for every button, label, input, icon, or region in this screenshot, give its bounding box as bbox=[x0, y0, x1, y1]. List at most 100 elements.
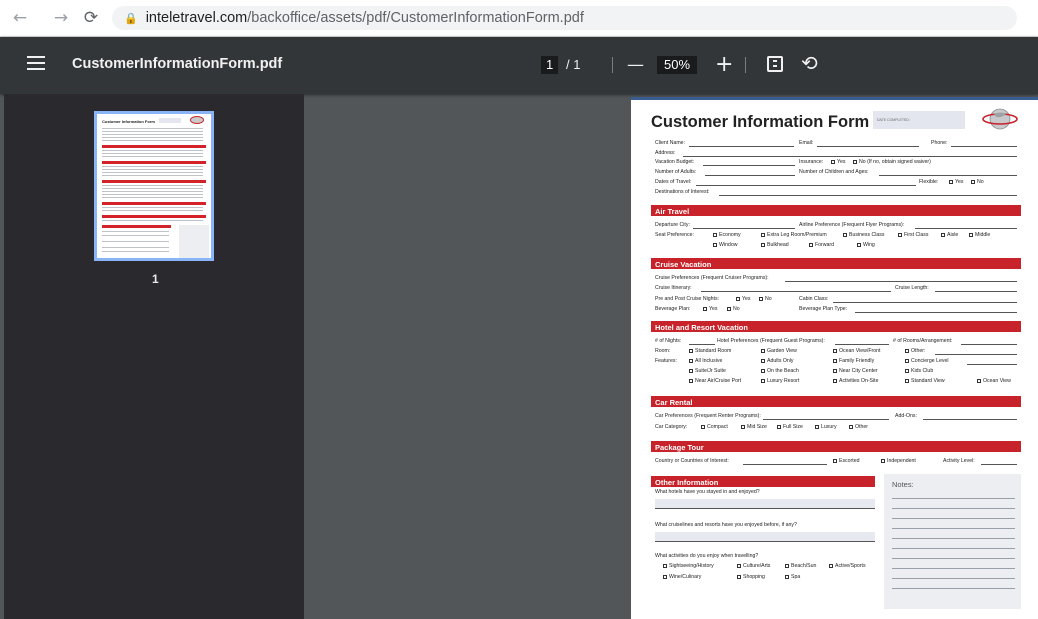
feature-option[interactable]: Ocean View bbox=[977, 378, 1011, 384]
seat-option[interactable]: Wing bbox=[857, 242, 875, 248]
room-label: Room: bbox=[655, 348, 671, 354]
feature-option[interactable]: Kids Club bbox=[905, 368, 933, 374]
phone-label: Phone: bbox=[931, 140, 948, 146]
flexible-yes-option[interactable]: Yes bbox=[949, 179, 963, 185]
url-field[interactable]: 🔒 inteletravel.com/backoffice/assets/pdf… bbox=[112, 6, 1017, 30]
activity-option[interactable]: Shopping bbox=[737, 574, 765, 580]
notes-label: Notes: bbox=[892, 480, 914, 489]
cruise-length-label: Cruise Length: bbox=[895, 285, 929, 291]
feature-option[interactable]: Luxury Resort bbox=[761, 378, 799, 384]
address-label: Address: bbox=[655, 150, 676, 156]
car-option[interactable]: Compact bbox=[701, 424, 728, 430]
url-path: /backoffice/assets/pdf/CustomerInformati… bbox=[247, 10, 584, 26]
activity-option[interactable]: Culture/Arts bbox=[737, 563, 770, 569]
seat-option[interactable]: Aisle bbox=[941, 232, 958, 238]
car-option[interactable]: Luxury bbox=[815, 424, 837, 430]
dates-label: Dates of Travel: bbox=[655, 179, 692, 185]
prepost-yes-option[interactable]: Yes bbox=[736, 296, 750, 302]
room-option[interactable]: Garden View bbox=[761, 348, 797, 354]
room-option[interactable]: Ocean View/Front bbox=[833, 348, 880, 354]
car-option[interactable]: Full Size bbox=[777, 424, 803, 430]
airline-pref-label: Airline Preference (Frequent Flyer Progr… bbox=[799, 222, 905, 228]
hotel-pref-label: Hotel Preferences (Frequent Guest Progra… bbox=[717, 338, 825, 344]
feature-option[interactable]: Concierge Level bbox=[905, 358, 949, 364]
activity-option[interactable]: Spa bbox=[785, 574, 800, 580]
activity-option[interactable]: Active/Sports bbox=[829, 563, 866, 569]
children-label: Number of Children and Ages: bbox=[799, 169, 869, 175]
seat-option[interactable]: Business Class bbox=[843, 232, 884, 238]
forward-arrow-icon[interactable]: → bbox=[50, 7, 72, 29]
thumbnail-sidebar: Customer Information Form 1 bbox=[4, 94, 304, 619]
browser-address-bar: ← → ⟳ 🔒 inteletravel.com/backoffice/asse… bbox=[0, 0, 1038, 37]
feature-option[interactable]: On the Beach bbox=[761, 368, 799, 374]
thumbnail-page-number: 1 bbox=[152, 272, 159, 286]
feature-option[interactable]: Adults Only bbox=[761, 358, 794, 364]
activity-option[interactable]: Wine/Culinary bbox=[663, 574, 701, 580]
seat-option[interactable]: Bulkhead bbox=[761, 242, 789, 248]
beverage-no-option[interactable]: No bbox=[727, 306, 740, 312]
flexible-no-option[interactable]: No bbox=[971, 179, 984, 185]
seat-option[interactable]: Economy bbox=[713, 232, 741, 238]
seat-pref-label: Seat Preference: bbox=[655, 232, 694, 238]
seat-option[interactable]: Forward bbox=[809, 242, 834, 248]
activity-option[interactable]: Beach/Sun bbox=[785, 563, 816, 569]
cruise-itinerary-label: Cruise Itinerary: bbox=[655, 285, 692, 291]
page-total: / 1 bbox=[566, 57, 581, 72]
seat-option[interactable]: Window bbox=[713, 242, 737, 248]
feature-option[interactable]: Standard View bbox=[905, 378, 945, 384]
features-label: Features: bbox=[655, 358, 677, 364]
notes-box: Notes: bbox=[884, 474, 1021, 609]
zoom-out-button[interactable]: — bbox=[627, 50, 644, 80]
page-thumbnail[interactable]: Customer Information Form bbox=[94, 111, 214, 261]
insurance-label: Insurance: bbox=[799, 159, 824, 165]
feature-option[interactable]: Family Friendly bbox=[833, 358, 874, 364]
addons-label: Add-Ons: bbox=[895, 413, 917, 419]
seat-option[interactable]: First Class bbox=[898, 232, 929, 238]
vacation-budget-label: Vacation Budget: bbox=[655, 159, 695, 165]
bev-type-label: Beverage Plan Type: bbox=[799, 306, 848, 312]
back-arrow-icon[interactable]: ← bbox=[9, 7, 31, 29]
car-option[interactable]: Mid Size bbox=[741, 424, 767, 430]
reload-icon[interactable]: ⟳ bbox=[80, 7, 102, 29]
section-other-information: Other Information bbox=[651, 476, 875, 487]
activity-option[interactable]: Sightseeing/History bbox=[663, 563, 714, 569]
feature-option[interactable]: Near City Center bbox=[833, 368, 878, 374]
insurance-yes-option[interactable]: Yes bbox=[831, 159, 845, 165]
other-q2-label: What cruiselines and resorts have you en… bbox=[655, 522, 797, 528]
feature-option[interactable]: Activities On-Site bbox=[833, 378, 879, 384]
other-q3-label: What activities do you enjoy when travel… bbox=[655, 553, 759, 559]
rooms-label: # of Rooms/Arrangement: bbox=[893, 338, 953, 344]
room-option[interactable]: Standard Room bbox=[689, 348, 731, 354]
activity-level-label: Activity Level: bbox=[943, 458, 975, 464]
insurance-no-option[interactable]: No (If no, obtain signed waiver) bbox=[853, 159, 931, 165]
divider bbox=[612, 57, 613, 73]
feature-option[interactable]: Suite/Jr Suite bbox=[689, 368, 726, 374]
divider bbox=[745, 57, 746, 73]
section-air-travel: Air Travel bbox=[651, 205, 1021, 216]
other-q1-label: What hotels have you stayed in and enjoy… bbox=[655, 489, 760, 495]
form-title: Customer Information Form bbox=[651, 113, 870, 131]
beverage-yes-option[interactable]: Yes bbox=[703, 306, 717, 312]
zoom-input[interactable]: 50% bbox=[657, 56, 698, 74]
seat-option[interactable]: Extra Leg Room/Premium bbox=[761, 232, 827, 238]
menu-icon[interactable] bbox=[27, 56, 45, 70]
url-host: inteletravel.com bbox=[145, 10, 248, 26]
pdf-toolbar: CustomerInformationForm.pdf 1 / 1 — 50% … bbox=[0, 37, 1038, 94]
nights-label: # of Nights: bbox=[655, 338, 682, 344]
section-car-rental: Car Rental bbox=[651, 396, 1021, 407]
rotate-icon[interactable]: ⟲ bbox=[801, 51, 818, 75]
departure-label: Departure City: bbox=[655, 222, 690, 228]
page-number-input[interactable]: 1 bbox=[541, 56, 559, 74]
car-option[interactable]: Other bbox=[849, 424, 868, 430]
prepost-label: Pre and Post Cruise Nights: bbox=[655, 296, 720, 302]
prepost-no-option[interactable]: No bbox=[759, 296, 772, 302]
seat-option[interactable]: Middle bbox=[969, 232, 990, 238]
feature-option[interactable]: All Inclusive bbox=[689, 358, 722, 364]
date-completed-field: DATE COMPLETED: bbox=[873, 111, 965, 129]
feature-option[interactable]: Near Air/Cruise Port bbox=[689, 378, 741, 384]
escorted-option[interactable]: Escorted bbox=[833, 458, 859, 464]
zoom-in-button[interactable]: + bbox=[715, 50, 733, 80]
room-option[interactable]: Other: bbox=[905, 348, 925, 354]
independent-option[interactable]: Independent bbox=[881, 458, 916, 464]
fit-page-icon[interactable] bbox=[767, 56, 783, 72]
